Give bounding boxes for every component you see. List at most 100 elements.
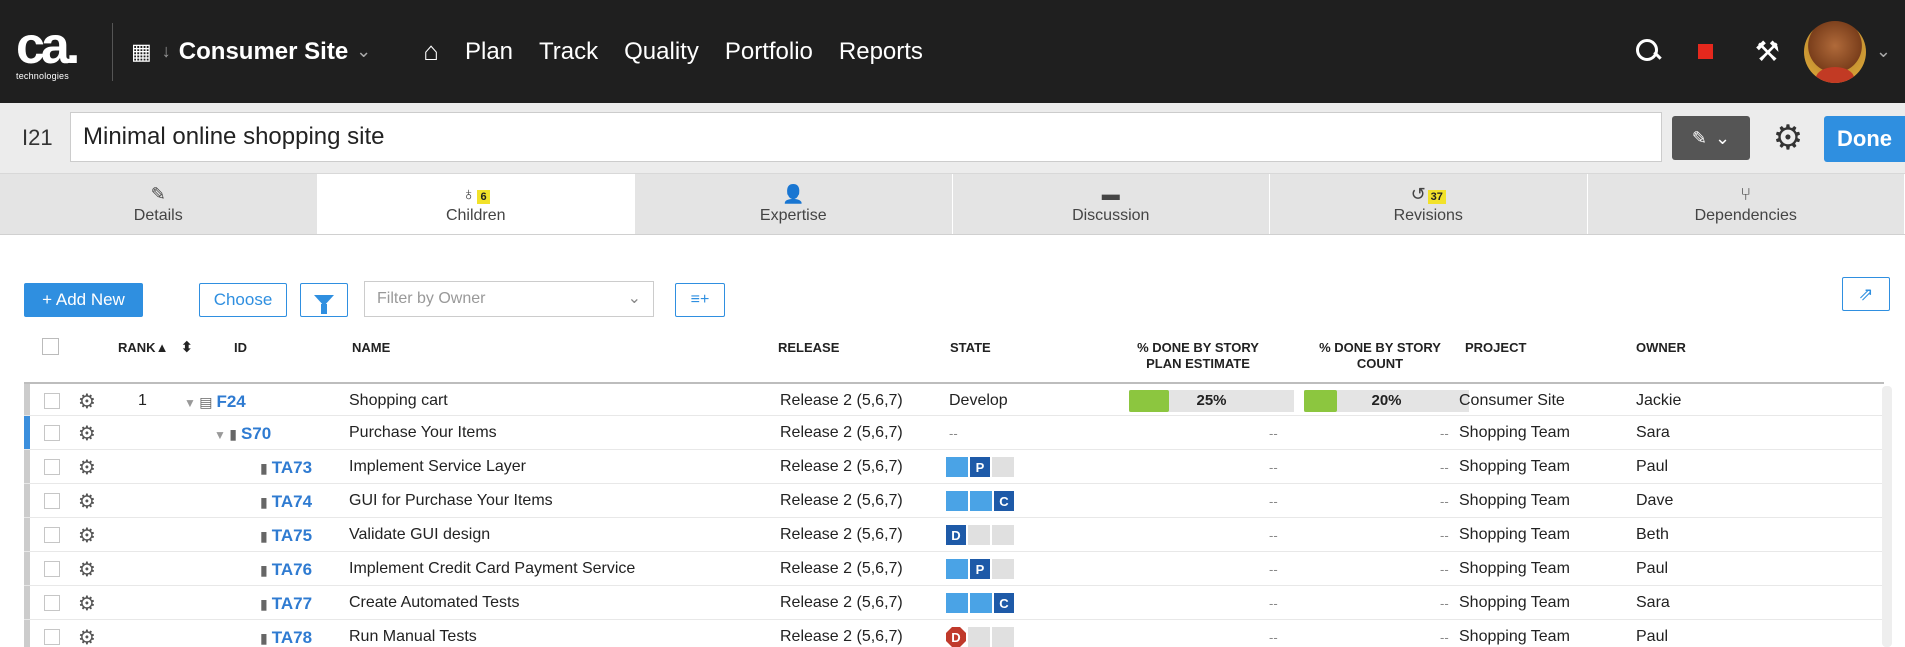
chevron-down-icon[interactable]: ⌄ — [1876, 41, 1891, 62]
item-id-link[interactable]: F24 — [216, 392, 245, 411]
ca-logo[interactable]: ca. technologies — [16, 13, 104, 91]
nav-portfolio[interactable]: Portfolio — [725, 38, 813, 66]
task-state-bar[interactable]: P — [946, 457, 1014, 477]
row-checkbox[interactable] — [44, 595, 60, 611]
title-field[interactable]: Minimal online shopping site — [70, 112, 1662, 162]
stop-icon[interactable] — [1697, 44, 1713, 59]
tab-label: Children — [445, 207, 506, 224]
row-checkbox[interactable] — [44, 393, 60, 409]
export-button[interactable]: ⇗ — [1842, 277, 1890, 311]
done-button[interactable]: Done — [1824, 116, 1905, 162]
collapse-icon[interactable]: ▼ — [184, 396, 199, 410]
task-state-bar[interactable]: D — [946, 627, 1014, 647]
col-rank[interactable]: RANK▲ ⬍ — [118, 340, 193, 356]
tab-discussion[interactable]: ▬ Discussion — [953, 174, 1270, 234]
col-release[interactable]: RELEASE — [778, 340, 839, 356]
item-id-link[interactable]: TA78 — [272, 628, 312, 647]
row-checkbox[interactable] — [44, 561, 60, 577]
row-drag-handle[interactable] — [24, 416, 30, 449]
sort-toggle-icon[interactable]: ⬍ — [180, 339, 193, 356]
gear-icon[interactable]: ⚙ — [78, 625, 96, 647]
grid-scrollbar[interactable] — [1882, 386, 1892, 647]
tab-expertise[interactable]: 👤 Expertise — [635, 174, 953, 234]
pct-estimate-text: -- — [1269, 460, 1278, 475]
item-id-link[interactable]: TA77 — [272, 594, 312, 613]
nav-reports[interactable]: Reports — [839, 38, 923, 66]
gear-icon[interactable]: ⚙ — [78, 557, 96, 582]
detail-tabs: ✎ Details ♁ 6 Children 👤 Expertise ▬ Disc… — [0, 173, 1905, 235]
row-checkbox[interactable] — [44, 459, 60, 475]
owner-filter-select[interactable]: Filter by Owner ⌄ — [364, 281, 654, 317]
row-drag-handle[interactable] — [24, 552, 30, 585]
row-checkbox[interactable] — [44, 527, 60, 543]
row-drag-handle[interactable] — [24, 518, 30, 551]
col-project[interactable]: PROJECT — [1465, 340, 1526, 356]
state-letter-badge: D — [946, 525, 966, 545]
row-drag-handle[interactable] — [24, 384, 30, 415]
gear-icon[interactable]: ⚙ — [78, 591, 96, 616]
tab-dependencies[interactable]: ⑂ Dependencies — [1588, 174, 1905, 234]
task-state-bar[interactable]: C — [946, 491, 1014, 511]
edit-menu-button[interactable]: ✎ ⌄ — [1672, 116, 1750, 160]
release-cell: Release 2 (5,6,7) — [780, 594, 903, 611]
task-state-bar[interactable]: D — [946, 525, 1014, 545]
task-icon: ▮ — [260, 596, 268, 612]
item-id-link[interactable]: TA73 — [272, 458, 312, 477]
task-icon: ▮ — [260, 494, 268, 510]
select-all-checkbox[interactable] — [42, 338, 59, 355]
table-row[interactable]: ⚙ ▮ TA77 Create Automated Tests Release 2 (5… — [24, 586, 1884, 620]
table-row[interactable]: ⚙ ▮ TA78 Run Manual Tests Release 2 (5,6,7) D… — [24, 620, 1884, 647]
table-row[interactable]: ⚙ ▼ ▮ S70 Purchase Your Items Release 2 (5,6… — [24, 416, 1884, 450]
table-row[interactable]: ⚙ 1 ▼ ▤ F24 Shopping cart Release 2 (5,6,7) De… — [24, 382, 1884, 416]
nav-plan[interactable]: Plan — [465, 38, 513, 66]
task-state-bar[interactable]: C — [946, 593, 1014, 613]
table-row[interactable]: ⚙ ▮ TA74 GUI for Purchase Your Items Release… — [24, 484, 1884, 518]
search-icon[interactable] — [1634, 37, 1664, 67]
col-pct-count[interactable]: % DONE BY STORY COUNT — [1310, 340, 1450, 372]
row-checkbox[interactable] — [44, 425, 60, 441]
nav-quality[interactable]: Quality — [624, 38, 699, 66]
task-state-bar[interactable]: P — [946, 559, 1014, 579]
tab-children[interactable]: ♁ 6 Children — [317, 174, 635, 234]
gear-icon[interactable]: ⚙ — [78, 523, 96, 548]
state-segment — [946, 559, 968, 579]
choose-button[interactable]: Choose — [199, 283, 287, 317]
building-icon[interactable]: ▦ — [131, 39, 152, 65]
row-drag-handle[interactable] — [24, 620, 30, 647]
tab-details[interactable]: ✎ Details — [0, 174, 318, 234]
home-icon[interactable]: ⌂ — [423, 36, 439, 67]
col-id[interactable]: ID — [234, 340, 247, 356]
project-selector[interactable]: Consumer Site — [179, 38, 348, 66]
table-row[interactable]: ⚙ ▮ TA75 Validate GUI design Release 2 (5,6,… — [24, 518, 1884, 552]
col-state[interactable]: STATE — [950, 340, 991, 356]
col-pct-estimate[interactable]: % DONE BY STORY PLAN ESTIMATE — [1128, 340, 1268, 372]
nav-track[interactable]: Track — [539, 38, 598, 66]
gear-icon[interactable]: ⚙ — [78, 455, 96, 480]
row-drag-handle[interactable] — [24, 586, 30, 619]
tools-icon[interactable]: ⚒ — [1755, 35, 1780, 68]
chevron-down-icon[interactable]: ⌄ — [356, 41, 371, 62]
row-checkbox[interactable] — [44, 493, 60, 509]
col-name[interactable]: NAME — [352, 340, 390, 356]
table-row[interactable]: ⚙ ▮ TA76 Implement Credit Card Payment Serv… — [24, 552, 1884, 586]
column-chooser-button[interactable]: ≡+ — [675, 283, 725, 317]
item-id-link[interactable]: TA76 — [272, 560, 312, 579]
gear-icon[interactable]: ⚙ — [78, 421, 96, 446]
avatar[interactable] — [1803, 20, 1866, 83]
collapse-icon[interactable]: ▼ — [214, 428, 229, 442]
col-owner[interactable]: OWNER — [1636, 340, 1686, 356]
pct-estimate-text: -- — [1269, 562, 1278, 577]
item-id-link[interactable]: TA75 — [272, 526, 312, 545]
filter-button[interactable] — [300, 283, 348, 317]
table-row[interactable]: ⚙ ▮ TA73 Implement Service Layer Release 2 (… — [24, 450, 1884, 484]
row-drag-handle[interactable] — [24, 484, 30, 517]
gear-icon[interactable]: ⚙ — [78, 489, 96, 514]
gear-icon[interactable]: ⚙ — [1766, 116, 1810, 160]
tab-revisions[interactable]: ↺ 37 Revisions — [1270, 174, 1588, 234]
row-checkbox[interactable] — [44, 629, 60, 645]
add-new-button[interactable]: + Add New — [24, 283, 143, 317]
row-drag-handle[interactable] — [24, 450, 30, 483]
gear-icon[interactable]: ⚙ — [78, 389, 96, 414]
item-id-link[interactable]: S70 — [241, 424, 271, 443]
item-id-link[interactable]: TA74 — [272, 492, 312, 511]
